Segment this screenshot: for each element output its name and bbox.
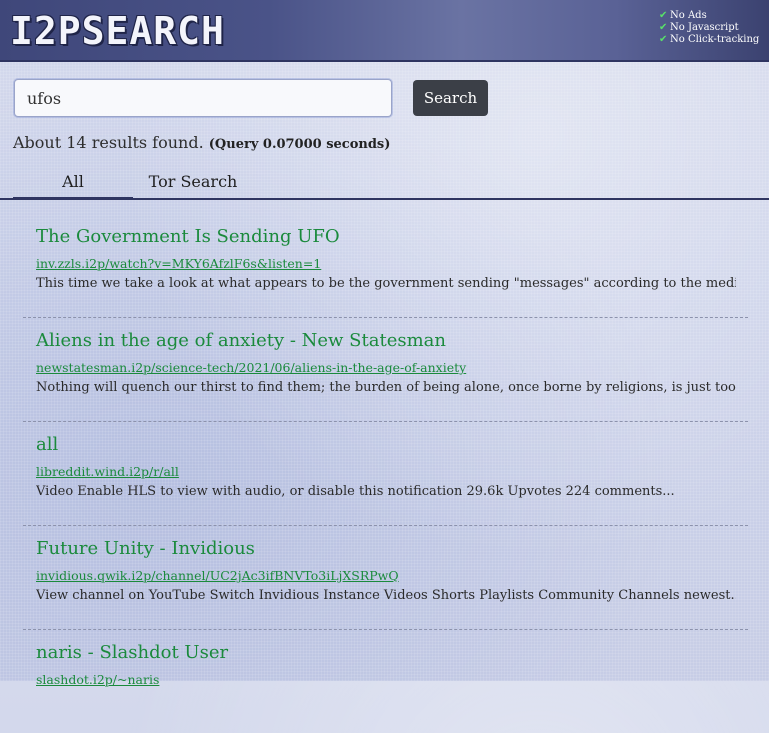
feature-no-click-tracking: ✔ No Click-tracking	[659, 33, 759, 45]
result-snippet: Video Enable HLS to view with audio, or …	[36, 484, 675, 499]
results-list: The Government Is Sending UFO inv.zzls.i…	[23, 214, 748, 733]
result-snippet: Nothing will quench our thirst to find t…	[36, 380, 736, 395]
feature-no-javascript: ✔ No Javascript	[659, 21, 759, 33]
result-url[interactable]: invidious.qwik.i2p/channel/UC2jAc3ifBNVT…	[36, 568, 399, 583]
search-tabs: All Tor Search	[0, 168, 769, 200]
result-url[interactable]: inv.zzls.i2p/watch?v=MKY6AfzlF6s&listen=…	[36, 256, 321, 271]
result-item: Future Unity - Invidious invidious.qwik.…	[23, 526, 748, 630]
result-item: naris - Slashdot User slashdot.i2p/~nari…	[23, 630, 748, 733]
tab-all[interactable]: All	[13, 168, 133, 200]
result-item: Aliens in the age of anxiety - New State…	[23, 318, 748, 422]
search-input[interactable]	[14, 79, 392, 117]
result-title[interactable]: all	[36, 434, 58, 455]
check-icon: ✔	[659, 33, 668, 45]
result-url[interactable]: newstatesman.i2p/science-tech/2021/06/al…	[36, 360, 466, 375]
result-count: About 14 results found. (Query 0.07000 s…	[13, 133, 390, 152]
site-logo[interactable]: I2PSEARCH	[10, 6, 225, 54]
search-button[interactable]: Search	[413, 80, 488, 116]
query-time: (Query 0.07000 seconds)	[208, 137, 391, 152]
check-icon: ✔	[659, 9, 668, 21]
tabs-divider	[0, 198, 769, 200]
check-icon: ✔	[659, 21, 668, 33]
result-item: all libreddit.wind.i2p/r/all Video Enabl…	[23, 422, 748, 526]
tab-tor-search[interactable]: Tor Search	[133, 168, 253, 197]
site-header: I2PSEARCH ✔ No Ads ✔ No Javascript ✔ No …	[0, 0, 769, 62]
result-title[interactable]: The Government Is Sending UFO	[36, 226, 340, 247]
result-item: The Government Is Sending UFO inv.zzls.i…	[23, 214, 748, 318]
result-snippet: View channel on YouTube Switch Invidious…	[36, 588, 736, 603]
result-count-text: About 14 results found.	[13, 133, 204, 152]
feature-label: No Javascript	[670, 21, 739, 33]
result-title[interactable]: naris - Slashdot User	[36, 642, 228, 663]
result-url[interactable]: slashdot.i2p/~naris	[36, 672, 159, 687]
feature-list: ✔ No Ads ✔ No Javascript ✔ No Click-trac…	[659, 9, 759, 45]
result-url[interactable]: libreddit.wind.i2p/r/all	[36, 464, 179, 479]
feature-label: No Click-tracking	[670, 33, 760, 45]
feature-label: No Ads	[670, 9, 707, 21]
feature-no-ads: ✔ No Ads	[659, 9, 759, 21]
result-title[interactable]: Aliens in the age of anxiety - New State…	[36, 330, 446, 351]
result-title[interactable]: Future Unity - Invidious	[36, 538, 255, 559]
result-snippet: This time we take a look at what appears…	[36, 276, 736, 291]
